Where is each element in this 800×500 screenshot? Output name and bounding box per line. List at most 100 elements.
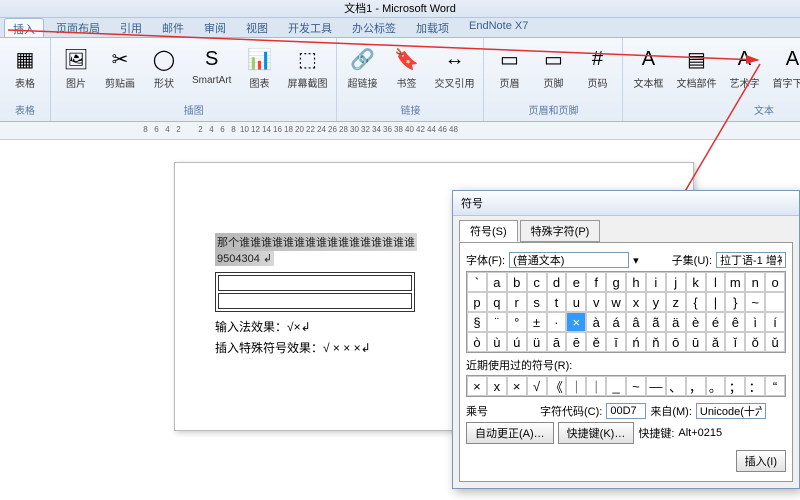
char-cell[interactable]: ~	[745, 292, 765, 312]
ribbon-button[interactable]: #页码	[576, 40, 618, 93]
ribbon-button[interactable]: 🖼图片	[55, 40, 97, 93]
char-cell[interactable]: t	[547, 292, 567, 312]
insert-button[interactable]: 插入(I)	[736, 450, 786, 472]
char-cell[interactable]: ê	[725, 312, 745, 332]
char-cell[interactable]: ū	[686, 332, 706, 352]
char-code-input[interactable]	[606, 403, 646, 419]
char-cell[interactable]: j	[666, 272, 686, 292]
char-cell[interactable]: ä	[666, 312, 686, 332]
char-cell[interactable]	[765, 292, 785, 312]
char-cell[interactable]: ú	[507, 332, 527, 352]
recent-char-cell[interactable]: ×	[467, 376, 487, 396]
ribbon-button[interactable]: 📊图表	[238, 40, 280, 93]
ribbon-tab[interactable]: 开发工具	[280, 18, 340, 37]
ribbon-button[interactable]: ▭页眉	[488, 40, 530, 93]
ribbon-tab[interactable]: 页面布局	[48, 18, 108, 37]
ribbon-tab[interactable]: 邮件	[154, 18, 192, 37]
char-cell[interactable]: `	[467, 272, 487, 292]
char-cell[interactable]: â	[626, 312, 646, 332]
char-cell[interactable]: w	[606, 292, 626, 312]
char-cell[interactable]: ī	[606, 332, 626, 352]
char-cell[interactable]: d	[547, 272, 567, 292]
char-cell[interactable]: à	[586, 312, 606, 332]
char-cell[interactable]: °	[507, 312, 527, 332]
char-cell[interactable]: ǒ	[745, 332, 765, 352]
recent-char-cell[interactable]: “	[765, 376, 785, 396]
char-cell[interactable]: ǎ	[706, 332, 726, 352]
char-cell[interactable]: l	[706, 272, 726, 292]
recent-char-cell[interactable]: ~	[626, 376, 646, 396]
recent-char-cell[interactable]: 《	[547, 376, 567, 396]
char-cell[interactable]: }	[725, 292, 745, 312]
char-cell[interactable]: y	[646, 292, 666, 312]
recent-char-cell[interactable]: √	[527, 376, 547, 396]
recent-char-cell[interactable]: ：	[745, 376, 765, 396]
recent-char-cell[interactable]: x	[487, 376, 507, 396]
char-cell[interactable]: |	[706, 292, 726, 312]
ribbon-tab[interactable]: 视图	[238, 18, 276, 37]
recent-char-cell[interactable]: ｜	[566, 376, 586, 396]
recent-char-cell[interactable]: ×	[507, 376, 527, 396]
char-cell[interactable]: b	[507, 272, 527, 292]
ribbon-button[interactable]: ▤文档部件	[671, 40, 721, 93]
ribbon-button[interactable]: A文本框	[627, 40, 669, 93]
char-cell[interactable]: s	[527, 292, 547, 312]
ribbon-button[interactable]: A艺术字	[723, 40, 765, 93]
document-table[interactable]	[215, 272, 415, 312]
char-cell[interactable]: g	[606, 272, 626, 292]
char-cell[interactable]: z	[666, 292, 686, 312]
ribbon-tab[interactable]: 审阅	[196, 18, 234, 37]
char-cell[interactable]: r	[507, 292, 527, 312]
recent-char-cell[interactable]: 、	[666, 376, 686, 396]
char-cell[interactable]: §	[467, 312, 487, 332]
char-cell[interactable]: u	[566, 292, 586, 312]
font-select[interactable]	[509, 252, 629, 268]
ribbon-button[interactable]: ✂剪贴画	[99, 40, 141, 93]
dropdown-icon[interactable]: ▾	[633, 254, 639, 267]
ribbon-tab[interactable]: 插入	[4, 18, 44, 37]
ribbon-button[interactable]: 🔖书签	[385, 40, 427, 93]
char-cell[interactable]: ō	[666, 332, 686, 352]
char-cell[interactable]: f	[586, 272, 606, 292]
char-cell[interactable]: ň	[646, 332, 666, 352]
char-cell[interactable]: ù	[487, 332, 507, 352]
from-select[interactable]	[696, 403, 766, 419]
char-cell[interactable]: q	[487, 292, 507, 312]
ribbon-button[interactable]: ▭页脚	[532, 40, 574, 93]
ribbon-button[interactable]: SSmartArt	[187, 40, 236, 89]
char-cell[interactable]: a	[487, 272, 507, 292]
char-cell[interactable]: ¨	[487, 312, 507, 332]
char-cell[interactable]: c	[527, 272, 547, 292]
tab-special-chars[interactable]: 特殊字符(P)	[520, 220, 601, 242]
ribbon-button[interactable]: ⬚屏幕截图	[282, 40, 332, 93]
ribbon-tab[interactable]: 办公标签	[344, 18, 404, 37]
autocorrect-button[interactable]: 自动更正(A)…	[466, 422, 554, 444]
char-cell[interactable]: ě	[586, 332, 606, 352]
char-cell[interactable]: ń	[626, 332, 646, 352]
char-cell[interactable]: ×	[566, 312, 586, 332]
char-cell[interactable]: h	[626, 272, 646, 292]
ribbon-tab[interactable]: EndNote X7	[461, 18, 536, 37]
doc-text-line[interactable]: 9504304 ↲	[215, 251, 274, 266]
ribbon-button[interactable]: A首字下沉	[767, 40, 800, 93]
char-cell[interactable]: n	[745, 272, 765, 292]
subset-select[interactable]	[716, 252, 786, 268]
ribbon-button[interactable]: 🔗超链接	[341, 40, 383, 93]
char-cell[interactable]: m	[725, 272, 745, 292]
char-cell[interactable]: ē	[566, 332, 586, 352]
recent-char-cell[interactable]: ｜	[586, 376, 606, 396]
char-cell[interactable]: k	[686, 272, 706, 292]
ribbon-tab[interactable]: 加载项	[408, 18, 457, 37]
char-cell[interactable]: é	[706, 312, 726, 332]
char-cell[interactable]: ǔ	[765, 332, 785, 352]
char-cell[interactable]: ±	[527, 312, 547, 332]
char-cell[interactable]: ā	[547, 332, 567, 352]
char-cell[interactable]: v	[586, 292, 606, 312]
char-cell[interactable]: ò	[467, 332, 487, 352]
char-cell[interactable]: x	[626, 292, 646, 312]
recent-char-cell[interactable]: ，	[686, 376, 706, 396]
tab-symbols[interactable]: 符号(S)	[459, 220, 518, 242]
char-cell[interactable]: o	[765, 272, 785, 292]
char-cell[interactable]: p	[467, 292, 487, 312]
char-cell[interactable]: ã	[646, 312, 666, 332]
